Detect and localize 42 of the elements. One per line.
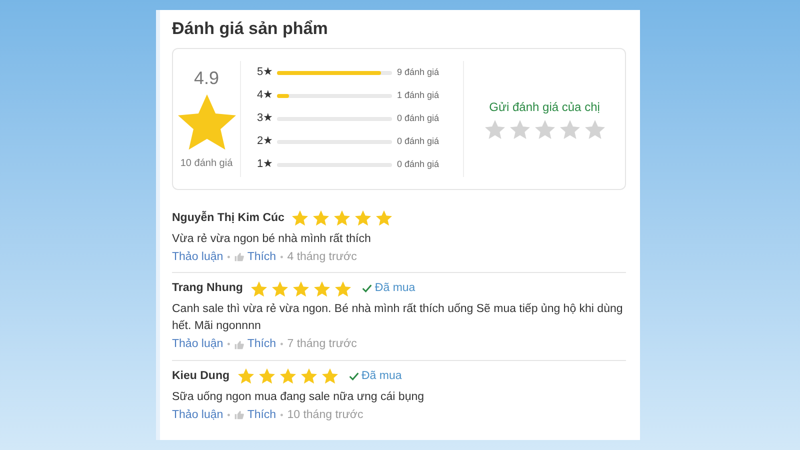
review-text: Vừa rẻ vừa ngon bé nhà mình rất thích <box>172 232 372 247</box>
purchased-label: Đã mua <box>362 368 402 384</box>
star-level-label: 2★ <box>257 134 274 150</box>
star-level-label: 5★ <box>257 65 274 80</box>
section-title: Đánh giá sản phẩm <box>172 18 329 40</box>
separator-dot: • <box>227 408 230 422</box>
star-level-label: 4★ <box>257 88 274 104</box>
like-button[interactable]: Thích <box>234 248 276 266</box>
reviewer-name: Trang Nhung <box>172 281 243 296</box>
like-button[interactable]: Thích <box>234 336 276 354</box>
rating-count: 0 đánh giá <box>397 134 440 148</box>
rating-count: 1 đánh giá <box>397 88 440 102</box>
separator-dot: • <box>227 338 230 352</box>
review-count: 10 đánh giá <box>180 156 233 170</box>
like-button[interactable]: Thích <box>234 406 276 424</box>
purchased-label: Đã mua <box>374 281 416 296</box>
review-time: 7 tháng trước <box>287 337 357 352</box>
reviewer-name: Kieu Dung <box>172 368 230 384</box>
star-rating[interactable] <box>484 120 605 139</box>
star-level-label: 1★ <box>257 157 274 172</box>
review-time: 10 tháng trước <box>287 408 364 423</box>
average-score: 4.9 <box>194 66 220 90</box>
discuss-link[interactable]: Thảo luận <box>172 336 224 354</box>
review-text: Canh sale thì vừa rẻ vừa ngon. Bé nhà mình rất thích uống Sẽ mua tiếp ủng hộ khi dùng hết. Mãi ngonnnn <box>172 302 624 334</box>
rating-count: 9 đánh giá <box>397 66 440 79</box>
separator-dot: • <box>280 250 284 264</box>
star-level-label: 3★ <box>257 111 274 126</box>
reviewer-name: Nguyễn Thị Kim Cúc <box>172 210 284 226</box>
discuss-link[interactable]: Thảo luận <box>172 406 224 424</box>
discuss-link[interactable]: Thảo luận <box>172 248 224 266</box>
submit-review-link[interactable]: Gửi đánh giá của chị <box>489 98 600 116</box>
rating-count: 0 đánh giá <box>397 112 440 125</box>
star-icon <box>178 94 236 150</box>
review-time: 4 tháng trước <box>287 250 357 265</box>
rating-count: 0 đánh giá <box>397 158 440 171</box>
separator-dot: • <box>280 338 284 352</box>
thumbs-up-icon <box>234 340 244 350</box>
separator-dot: • <box>280 408 284 422</box>
thumbs-up-icon <box>234 252 244 262</box>
review-text: Sữa uống ngon mua đang sale nữa ưng cái bụng <box>172 390 426 405</box>
separator-dot: • <box>227 250 230 264</box>
thumbs-up-icon <box>234 410 244 420</box>
